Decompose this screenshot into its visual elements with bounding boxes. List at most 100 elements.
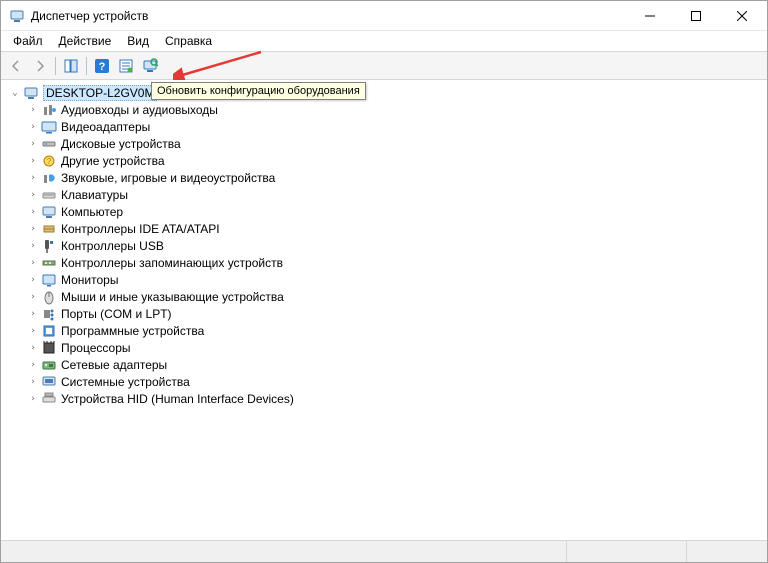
- menu-file[interactable]: Файл: [5, 32, 51, 50]
- category-icon: [41, 204, 57, 220]
- expander-icon[interactable]: ›: [25, 187, 41, 203]
- tree-category[interactable]: ›Дисковые устройства: [3, 135, 767, 152]
- category-label: Программные устройства: [61, 324, 204, 338]
- category-label: Порты (COM и LPT): [61, 307, 172, 321]
- category-icon: [41, 357, 57, 373]
- expander-icon[interactable]: ›: [25, 153, 41, 169]
- expander-icon[interactable]: ›: [25, 340, 41, 356]
- category-icon: [41, 391, 57, 407]
- status-cell: [687, 541, 767, 562]
- properties-button[interactable]: [115, 55, 137, 77]
- expander-icon[interactable]: ›: [25, 323, 41, 339]
- status-cell: [1, 541, 567, 562]
- expander-icon[interactable]: ›: [25, 204, 41, 220]
- category-label: Компьютер: [61, 205, 123, 219]
- tree-category[interactable]: › Мыши и иные указывающие устройства: [3, 288, 767, 305]
- expander-icon[interactable]: ›: [25, 170, 41, 186]
- tree-category[interactable]: › Сетевые адаптеры: [3, 356, 767, 373]
- device-tree: ⌄ DESKTOP-L2GV0M › Аудиовходы и аудиовыхо…: [3, 84, 767, 407]
- tree-category[interactable]: › Компьютер: [3, 203, 767, 220]
- tree-category[interactable]: ›? Другие устройства: [3, 152, 767, 169]
- app-icon: [9, 8, 25, 24]
- show-hide-tree-button[interactable]: [60, 55, 82, 77]
- category-label: Контроллеры USB: [61, 239, 164, 253]
- minimize-button[interactable]: [627, 2, 673, 30]
- expander-icon[interactable]: ⌄: [7, 85, 23, 101]
- tree-root-label: DESKTOP-L2GV0M: [43, 85, 157, 101]
- tree-category[interactable]: › Контроллеры запоминающих устройств: [3, 254, 767, 271]
- category-icon: [41, 136, 57, 152]
- category-icon: [41, 289, 57, 305]
- expander-icon[interactable]: ›: [25, 255, 41, 271]
- category-icon: [41, 238, 57, 254]
- category-label: Системные устройства: [61, 375, 190, 389]
- tree-category[interactable]: › Клавиатуры: [3, 186, 767, 203]
- category-icon: [41, 323, 57, 339]
- tree-category[interactable]: › Звуковые, игровые и видеоустройства: [3, 169, 767, 186]
- expander-icon[interactable]: ›: [25, 391, 41, 407]
- svg-text:?: ?: [47, 157, 52, 166]
- help-button[interactable]: ?: [91, 55, 113, 77]
- tree-category[interactable]: › Процессоры: [3, 339, 767, 356]
- category-label: Устройства HID (Human Interface Devices): [61, 392, 294, 406]
- tree-category[interactable]: › Системные устройства: [3, 373, 767, 390]
- expander-icon[interactable]: ›: [25, 119, 41, 135]
- menubar: Файл Действие Вид Справка: [1, 31, 767, 52]
- expander-icon[interactable]: ›: [25, 102, 41, 118]
- expander-icon[interactable]: ›: [25, 221, 41, 237]
- window-controls: [627, 2, 765, 30]
- category-label: Клавиатуры: [61, 188, 128, 202]
- statusbar: [1, 540, 767, 562]
- category-icon: [41, 102, 57, 118]
- category-icon: [41, 374, 57, 390]
- category-label: Контроллеры запоминающих устройств: [61, 256, 283, 270]
- tree-pane[interactable]: Обновить конфигурацию оборудования ⌄ DES…: [1, 80, 767, 540]
- expander-icon[interactable]: ›: [25, 136, 41, 152]
- titlebar: Диспетчер устройств: [1, 1, 767, 31]
- category-icon: [41, 340, 57, 356]
- expander-icon[interactable]: ›: [25, 374, 41, 390]
- status-cell: [567, 541, 687, 562]
- tree-category[interactable]: ›Мониторы: [3, 271, 767, 288]
- category-icon: ?: [41, 153, 57, 169]
- tree-category[interactable]: › Видеоадаптеры: [3, 118, 767, 135]
- tree-root[interactable]: ⌄ DESKTOP-L2GV0M: [3, 84, 767, 101]
- category-icon: [41, 272, 57, 288]
- tree-category[interactable]: › Порты (COM и LPT): [3, 305, 767, 322]
- category-icon: [41, 187, 57, 203]
- tree-category[interactable]: › Устройства HID (Human Interface Devices…: [3, 390, 767, 407]
- category-label: Видеоадаптеры: [61, 120, 150, 134]
- expander-icon[interactable]: ›: [25, 272, 41, 288]
- category-icon: [41, 221, 57, 237]
- tooltip: Обновить конфигурацию оборудования: [151, 82, 366, 100]
- category-icon: [41, 255, 57, 271]
- category-label: Другие устройства: [61, 154, 165, 168]
- tree-category[interactable]: › Программные устройства: [3, 322, 767, 339]
- category-label: Аудиовходы и аудиовыходы: [61, 103, 218, 117]
- forward-button[interactable]: [29, 55, 51, 77]
- menu-help[interactable]: Справка: [157, 32, 220, 50]
- tree-category[interactable]: ›Контроллеры IDE ATA/ATAPI: [3, 220, 767, 237]
- menu-view[interactable]: Вид: [119, 32, 157, 50]
- toolbar: ?: [1, 52, 767, 80]
- expander-icon[interactable]: ›: [25, 289, 41, 305]
- category-label: Звуковые, игровые и видеоустройства: [61, 171, 275, 185]
- expander-icon[interactable]: ›: [25, 357, 41, 373]
- expander-icon[interactable]: ›: [25, 238, 41, 254]
- toolbar-separator: [86, 57, 87, 75]
- svg-text:?: ?: [99, 61, 106, 73]
- close-button[interactable]: [719, 2, 765, 30]
- expander-icon[interactable]: ›: [25, 306, 41, 322]
- category-label: Сетевые адаптеры: [61, 358, 167, 372]
- category-label: Процессоры: [61, 341, 131, 355]
- scan-hardware-button[interactable]: [139, 55, 161, 77]
- toolbar-separator: [55, 57, 56, 75]
- category-icon: [41, 170, 57, 186]
- category-label: Мыши и иные указывающие устройства: [61, 290, 284, 304]
- tree-category[interactable]: › Контроллеры USB: [3, 237, 767, 254]
- menu-action[interactable]: Действие: [51, 32, 120, 50]
- maximize-button[interactable]: [673, 2, 719, 30]
- back-button[interactable]: [5, 55, 27, 77]
- category-icon: [41, 306, 57, 322]
- tree-category[interactable]: › Аудиовходы и аудиовыходы: [3, 101, 767, 118]
